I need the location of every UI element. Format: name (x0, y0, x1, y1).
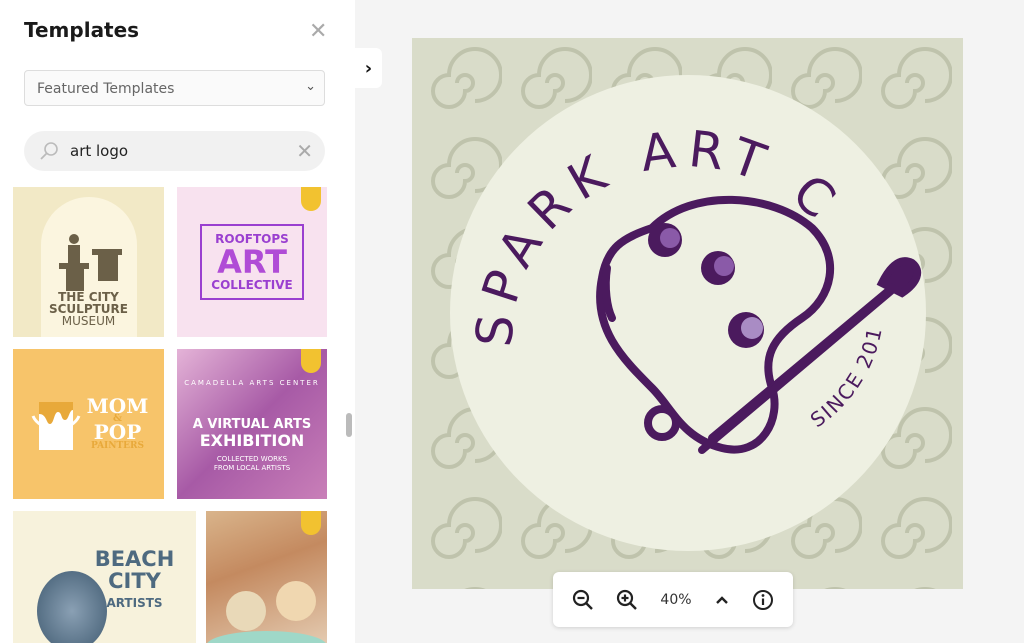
chevron-up-icon (715, 595, 728, 604)
tile-ring-text: CAMADELLA ARTS CENTER (184, 379, 320, 387)
design-canvas[interactable]: SPARK ART CAFÉ SINCE 2012 (412, 38, 963, 589)
zoom-in-button[interactable] (616, 589, 638, 611)
zoom-options-button[interactable] (714, 592, 730, 608)
premium-badge-icon (301, 349, 321, 373)
tile-text: MUSEUM (61, 314, 116, 328)
category-select[interactable]: Featured Templates ⌄ (24, 70, 325, 106)
paint-bucket-icon (31, 402, 81, 450)
expand-panel-button[interactable]: › (355, 48, 382, 88)
panel-title: Templates (24, 18, 140, 42)
tile-text: CITY (108, 569, 161, 593)
scrollbar-thumb[interactable] (346, 413, 352, 437)
tile-text: PAINTERS (90, 441, 145, 451)
search-icon (40, 142, 58, 160)
template-kids-art-photo[interactable] (206, 511, 327, 643)
zoom-toolbar: 40% (553, 572, 793, 627)
tile-text: POP (93, 420, 142, 444)
templates-panel: Templates ✕ Featured Templates ⌄ art logo… (0, 0, 355, 643)
tile-text: COLLECTED WORKS FROM LOCAL ARTISTS (213, 455, 291, 472)
logo-artwork: SPARK ART CAFÉ SINCE 2012 (412, 38, 963, 589)
photo-graphic (226, 591, 266, 631)
zoom-out-button[interactable] (572, 589, 594, 611)
zoom-level[interactable]: 40% (660, 592, 691, 608)
tile-text: BEACH (94, 547, 175, 571)
template-city-sculpture-museum[interactable]: THE CITY SCULPTURE MUSEUM (13, 187, 164, 337)
chevron-right-icon: › (364, 57, 373, 79)
close-icon[interactable]: ✕ (309, 19, 327, 44)
template-mom-pop-painters[interactable]: MOM & POP PAINTERS (13, 349, 164, 499)
template-rooftops-art-collective[interactable]: ROOFTOPS ART COLLECTIVE (177, 187, 327, 337)
info-icon (752, 589, 773, 610)
chevron-down-icon: ⌄ (305, 79, 316, 94)
premium-badge-icon (301, 187, 321, 211)
zoom-in-icon (617, 589, 638, 610)
clear-search-icon[interactable]: ✕ (296, 139, 313, 163)
category-select-value: Featured Templates (37, 81, 175, 97)
tile-text: EXHIBITION (199, 431, 305, 450)
search-input[interactable]: art logo ✕ (24, 131, 325, 171)
search-value: art logo (70, 142, 129, 160)
premium-badge-icon (301, 511, 321, 535)
info-button[interactable] (752, 589, 774, 611)
tile-text: ARTISTS (106, 596, 163, 610)
tile-text: COLLECTIVE (211, 278, 293, 292)
tile-text: ART (217, 243, 287, 281)
template-beach-city-artists[interactable]: BEACH CITY ARTISTS (13, 511, 196, 643)
sculpture-icon (58, 234, 122, 291)
zoom-out-icon (572, 589, 593, 610)
template-virtual-arts-exhibition[interactable]: CAMADELLA ARTS CENTER A VIRTUAL ARTS EXH… (177, 349, 327, 499)
